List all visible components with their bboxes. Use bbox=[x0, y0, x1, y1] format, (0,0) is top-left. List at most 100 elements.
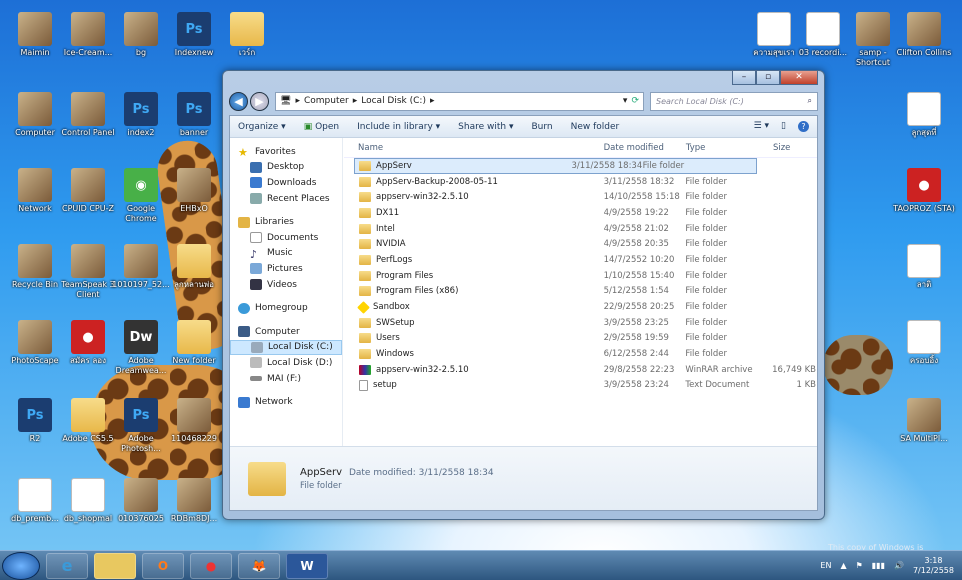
file-row[interactable]: AppServ-Backup-2008-05-11 3/11/2558 18:32… bbox=[354, 174, 817, 190]
file-row[interactable]: AppServ 3/11/2558 18:34 File folder bbox=[354, 158, 757, 174]
desktop-icon-34[interactable]: ● TAOPROZ (STA) bbox=[893, 168, 955, 214]
nav-favorites[interactable]: ★ Favorites bbox=[230, 144, 342, 160]
help-icon[interactable]: ? bbox=[798, 121, 809, 132]
file-row[interactable]: Program Files 1/10/2558 15:40 File folder bbox=[354, 268, 817, 284]
file-row[interactable]: PerfLogs 14/7/2552 10:20 File folder bbox=[354, 252, 817, 268]
nav-network[interactable]: Network bbox=[230, 394, 342, 410]
desktop-icon-37[interactable]: SA MultiPl... bbox=[893, 398, 955, 444]
column-name[interactable]: Name bbox=[344, 143, 604, 153]
taskbar-chrome-icon[interactable]: ● bbox=[190, 552, 232, 579]
maximize-button[interactable]: ▫ bbox=[756, 70, 780, 85]
doc-icon bbox=[907, 320, 941, 354]
close-button[interactable]: ✕ bbox=[780, 70, 818, 85]
file-row[interactable]: setup 3/9/2558 23:24 Text Document 1 KB bbox=[354, 378, 817, 394]
file-rows: AppServ 3/11/2558 18:34 File folder AppServ… bbox=[344, 158, 817, 393]
back-button[interactable]: ◀ bbox=[229, 91, 248, 111]
desktop-icon-4[interactable]: เวร์ก bbox=[216, 12, 278, 58]
nav-desktop[interactable]: Desktop bbox=[230, 160, 342, 176]
nav-mai-f[interactable]: MAI (F:) bbox=[230, 371, 342, 387]
minimize-button[interactable]: – bbox=[732, 70, 756, 85]
taskbar-word-icon[interactable]: W bbox=[286, 552, 328, 579]
share-with-button[interactable]: Share with ▾ bbox=[458, 122, 513, 132]
folder-icon bbox=[359, 192, 371, 203]
nav-downloads[interactable]: Downloads bbox=[230, 175, 342, 191]
clock[interactable]: 3:18 7/12/2558 bbox=[913, 556, 954, 576]
computer-icon bbox=[238, 326, 250, 338]
desktop-icon-8[interactable]: Ps banner bbox=[163, 92, 225, 138]
new-folder-button[interactable]: New folder bbox=[571, 122, 620, 132]
chrome-icon: ◉ bbox=[124, 168, 158, 202]
organize-button[interactable]: Organize ▾ bbox=[238, 122, 286, 132]
file-row[interactable]: DX11 4/9/2558 19:22 File folder bbox=[354, 205, 817, 221]
desktop-icon-28[interactable]: RDBm8DJ... bbox=[163, 478, 225, 524]
desktop-icon-24[interactable]: 110468229 bbox=[163, 398, 225, 444]
person-icon bbox=[907, 12, 941, 46]
desktop-icon-16[interactable]: ลูกหลานพ่อ bbox=[163, 244, 225, 290]
show-hidden-icons-icon[interactable]: ▲ bbox=[840, 561, 846, 570]
address-dropdown-icon[interactable]: ▾ bbox=[623, 96, 628, 106]
taskbar-media-icon[interactable]: O bbox=[142, 552, 184, 579]
address-bar[interactable]: 🖥 ▸ Computer ▸ Local Disk (C:) ▸ ▾ ⟳ bbox=[275, 91, 644, 111]
nav-libraries[interactable]: Libraries bbox=[230, 214, 342, 230]
breadcrumb-local-disk[interactable]: Local Disk (C:) bbox=[361, 96, 426, 106]
file-row[interactable]: SWSetup 3/9/2558 23:25 File folder bbox=[354, 315, 817, 331]
details-meta: Date modified: 3/11/2558 18:34 bbox=[348, 467, 494, 478]
desktop-icon-label: SA MultiPl... bbox=[900, 434, 948, 443]
nav-music[interactable]: ♪ Music bbox=[230, 246, 342, 262]
column-type[interactable]: Type bbox=[686, 143, 773, 153]
sand-icon bbox=[357, 300, 370, 314]
file-row[interactable]: Windows 6/12/2558 2:44 File folder bbox=[354, 346, 817, 362]
nav-pictures[interactable]: Pictures bbox=[230, 261, 342, 277]
preview-pane-icon[interactable]: ▯ bbox=[781, 121, 786, 132]
desktop-icon-32[interactable]: Clifton Collins bbox=[893, 12, 955, 58]
file-row[interactable]: appserv-win32-2.5.10 14/10/2558 15:18 File… bbox=[354, 189, 817, 205]
psd-icon: Ps bbox=[177, 92, 211, 126]
flag-icon[interactable]: ⚑ bbox=[856, 561, 863, 570]
refresh-icon[interactable]: ⟳ bbox=[631, 96, 639, 106]
breadcrumb-computer[interactable]: Computer bbox=[304, 96, 349, 106]
network-status-icon[interactable]: ▮▮▮ bbox=[872, 561, 885, 570]
file-name: Windows bbox=[376, 349, 414, 360]
desktop-icon-35[interactable]: ลาติ bbox=[893, 244, 955, 290]
window-controls: – ▫ ✕ bbox=[732, 70, 818, 85]
file-row[interactable]: Intel 4/9/2558 21:02 File folder bbox=[354, 221, 817, 237]
file-row[interactable]: Users 2/9/2558 19:59 File folder bbox=[354, 331, 817, 347]
include-library-button[interactable]: Include in library ▾ bbox=[357, 122, 440, 132]
nav-homegroup[interactable]: Homegroup bbox=[230, 300, 342, 316]
file-row[interactable]: appserv-win32-2.5.10 29/8/2558 22:23 WinRA… bbox=[354, 362, 817, 378]
forward-button[interactable]: ▶ bbox=[250, 91, 269, 111]
taskbar-explorer-icon[interactable] bbox=[94, 552, 136, 579]
nav-computer[interactable]: Computer bbox=[230, 324, 342, 340]
nav-local-disk-d[interactable]: Local Disk (D:) bbox=[230, 355, 342, 371]
nav-local-disk-c[interactable]: Local Disk (C:) bbox=[230, 339, 342, 356]
navigation-pane: ★ Favorites Desktop Downloads Recent Plac… bbox=[230, 138, 343, 446]
start-button[interactable] bbox=[2, 551, 40, 580]
volume-icon[interactable]: 🔊 bbox=[894, 561, 904, 570]
file-row[interactable]: Sandbox 22/9/2558 20:25 File folder bbox=[354, 299, 817, 315]
desktop-icon-20[interactable]: New folder bbox=[163, 320, 225, 366]
column-date[interactable]: Date modified bbox=[604, 143, 686, 153]
desktop-icon-12[interactable]: EHBxO bbox=[163, 168, 225, 214]
burn-button[interactable]: Burn bbox=[531, 122, 552, 132]
explorer-window[interactable]: – ▫ ✕ ◀ ▶ 🖥 ▸ Computer ▸ Local Disk (C:)… bbox=[222, 70, 825, 520]
nav-videos[interactable]: Videos bbox=[230, 277, 342, 293]
file-type: File folder bbox=[685, 239, 728, 250]
photo-icon bbox=[124, 478, 158, 512]
file-row[interactable]: Program Files (x86) 5/12/2558 1:54 File fo… bbox=[354, 284, 817, 300]
search-input[interactable]: Search Local Disk (C:) ⌕ bbox=[650, 91, 818, 111]
nav-documents[interactable]: Documents bbox=[230, 230, 342, 246]
details-pane: AppServ Date modified: 3/11/2558 18:34 F… bbox=[230, 446, 817, 510]
taskbar-firefox-icon[interactable]: 🦊 bbox=[238, 552, 280, 579]
language-indicator[interactable]: EN bbox=[820, 561, 831, 570]
nav-recent-places[interactable]: Recent Places bbox=[230, 191, 342, 207]
desktop-icon-33[interactable]: ลูกสุดที่ bbox=[893, 92, 955, 138]
file-date: 3/11/2558 18:34 bbox=[571, 160, 643, 171]
taskbar-ie-icon[interactable]: e bbox=[46, 552, 88, 579]
desktop-icon-36[interactable]: ครอบอิ้ง bbox=[893, 320, 955, 366]
column-size[interactable]: Size bbox=[773, 143, 817, 153]
change-view-icon[interactable]: ☰ ▾ bbox=[754, 121, 769, 132]
file-row[interactable]: NVIDIA 4/9/2558 20:35 File folder bbox=[354, 236, 817, 252]
doc-icon bbox=[907, 244, 941, 278]
open-button[interactable]: ▣ Open bbox=[304, 122, 339, 132]
file-name-cell: AppServ-Backup-2008-05-11 bbox=[355, 176, 604, 187]
